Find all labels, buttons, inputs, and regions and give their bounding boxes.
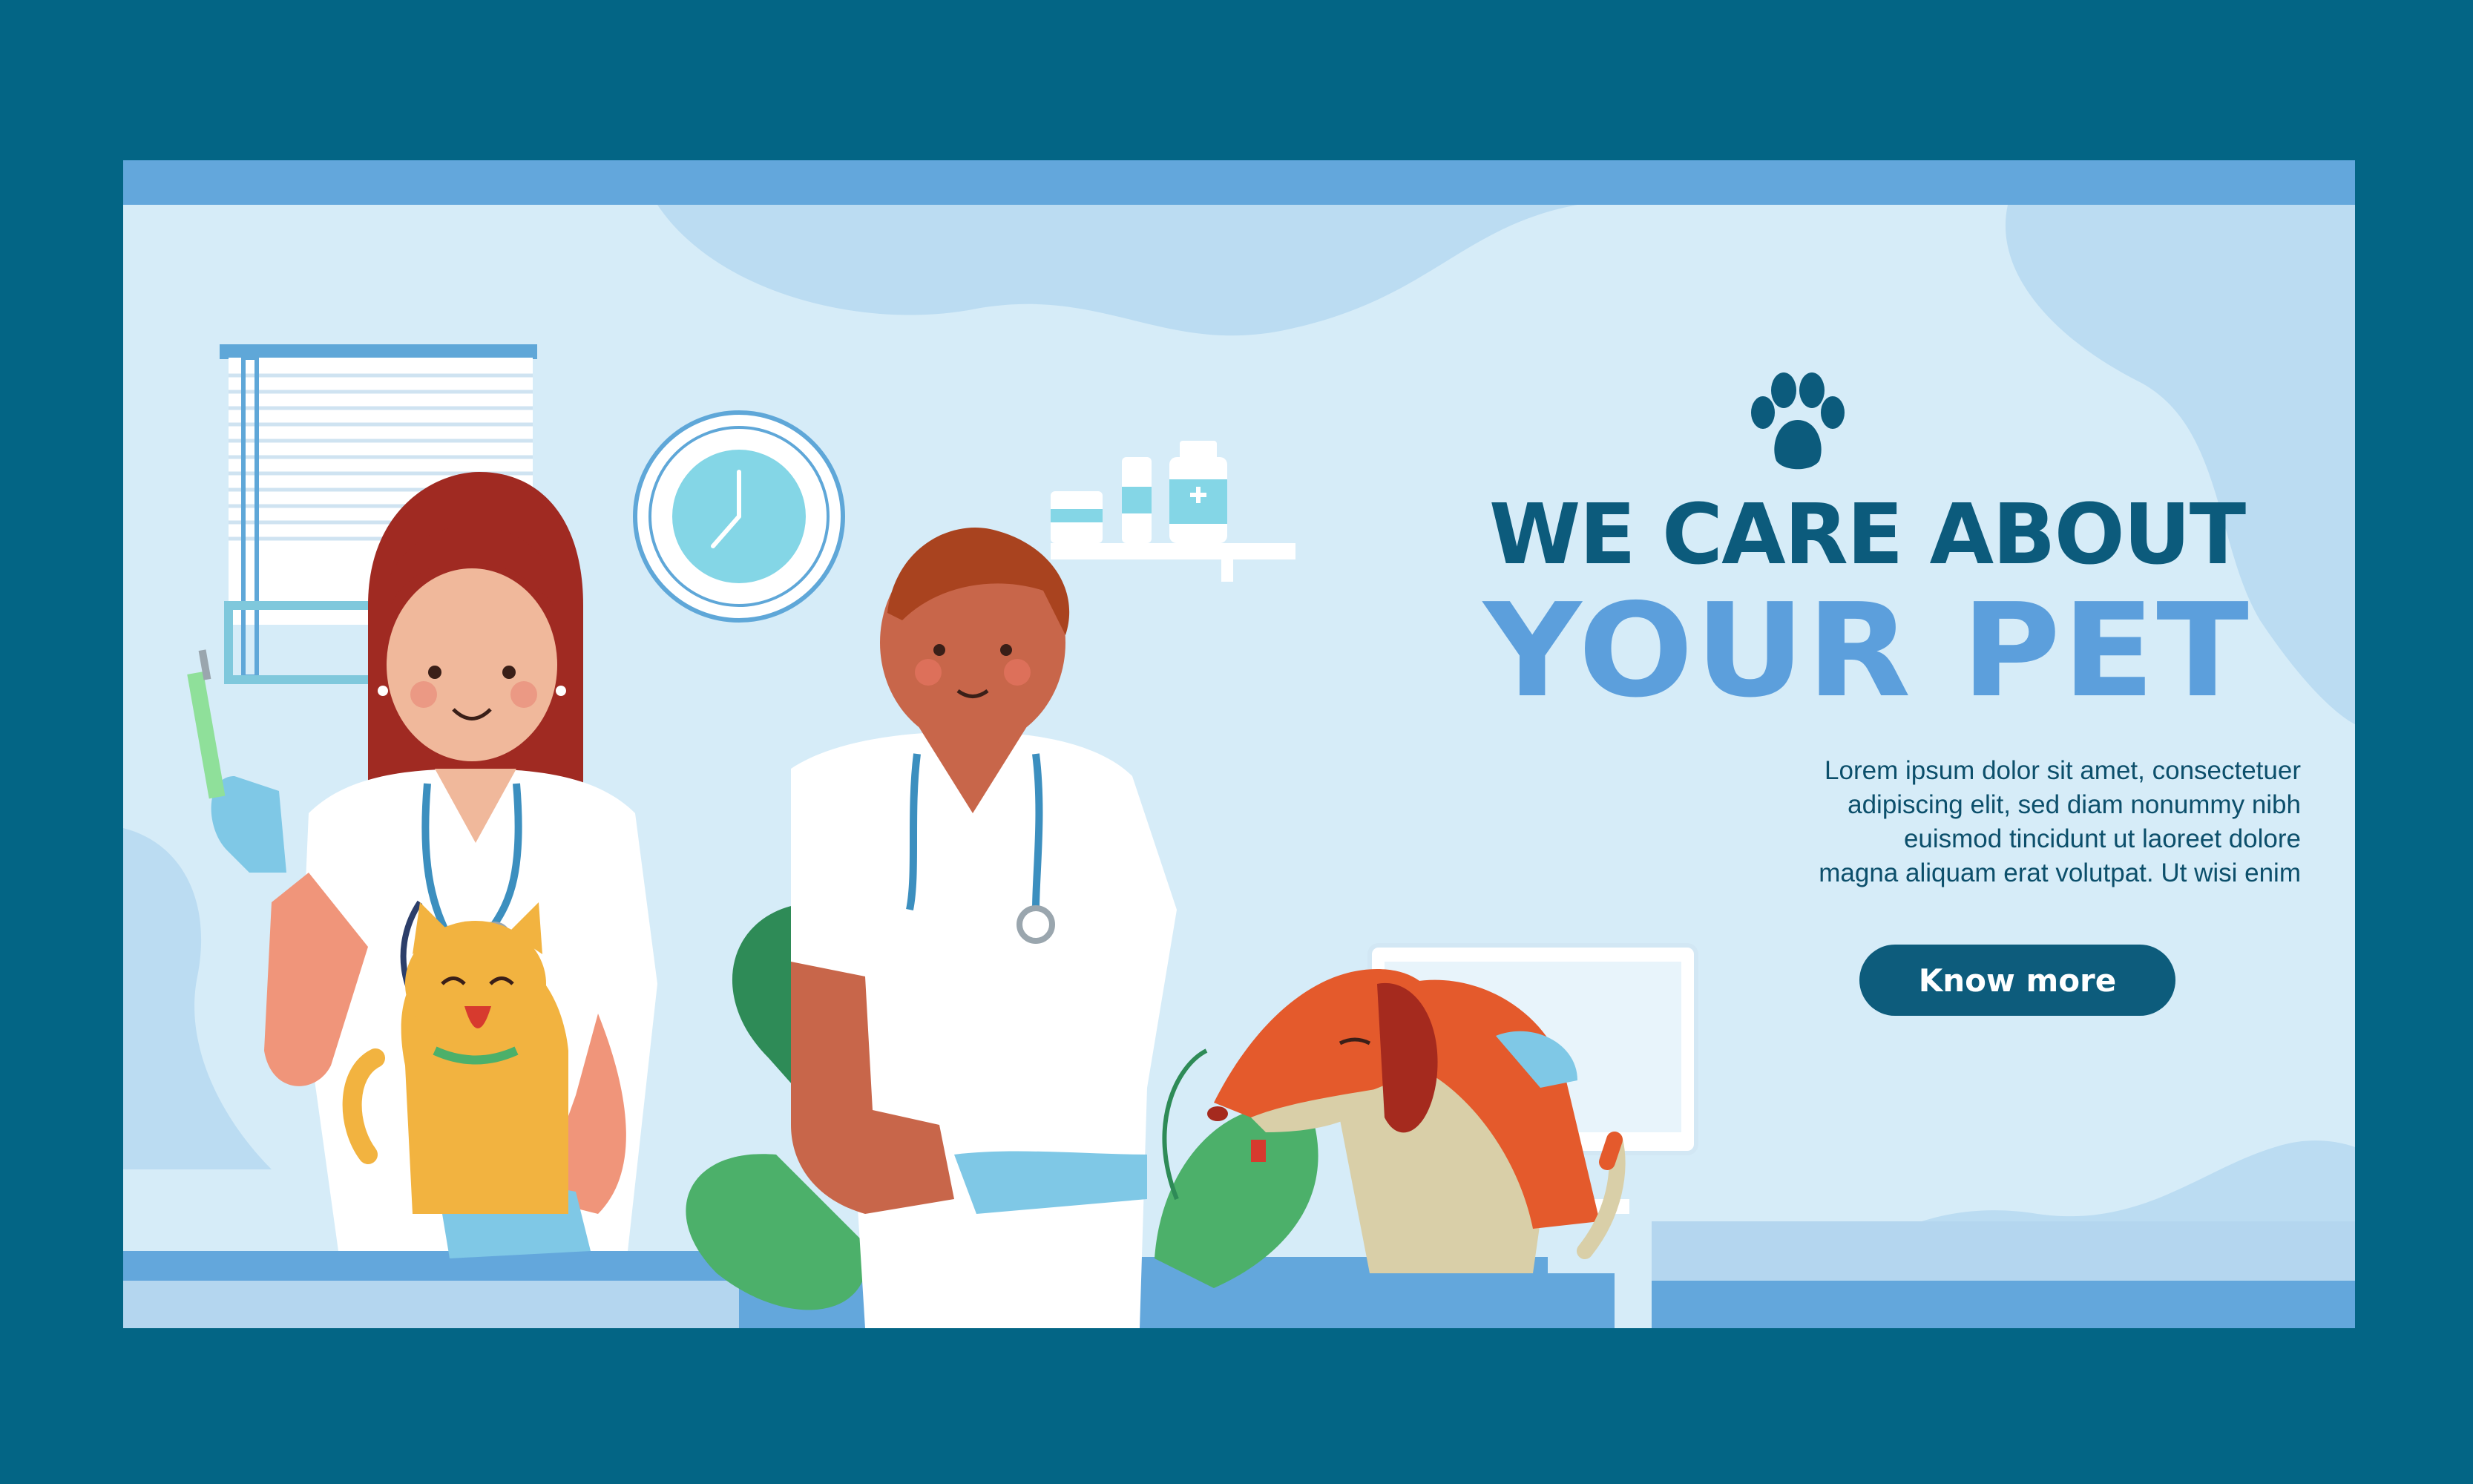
body-line: adipiscing elit, sed diam nonummy nibh	[1848, 790, 2301, 819]
body-line: euismod tincidunt ut laoreet dolore	[1903, 824, 2301, 853]
syringe-icon	[187, 672, 226, 799]
vet-illustration	[123, 344, 2355, 1328]
clock-icon	[633, 410, 845, 623]
headline-line-1: WE CARE ABOUT	[1488, 487, 2246, 583]
vet-banner: WE CARE ABOUT YOUR PET Lorem ipsum dolor…	[123, 160, 2355, 1328]
paw-icon	[1751, 372, 1845, 470]
male-vet	[791, 527, 1177, 1328]
body-line: Lorem ipsum dolor sit amet, consectetuer	[1825, 756, 2301, 785]
body-copy: Lorem ipsum dolor sit amet, consectetuer…	[1533, 754, 2301, 890]
body-line: magna aliquam erat volutpat. Ut wisi eni…	[1819, 858, 2301, 887]
headline-line-2: YOUR PET	[1483, 576, 2250, 726]
know-more-button[interactable]: Know more	[1859, 945, 2175, 1016]
shelf	[1051, 441, 1295, 582]
